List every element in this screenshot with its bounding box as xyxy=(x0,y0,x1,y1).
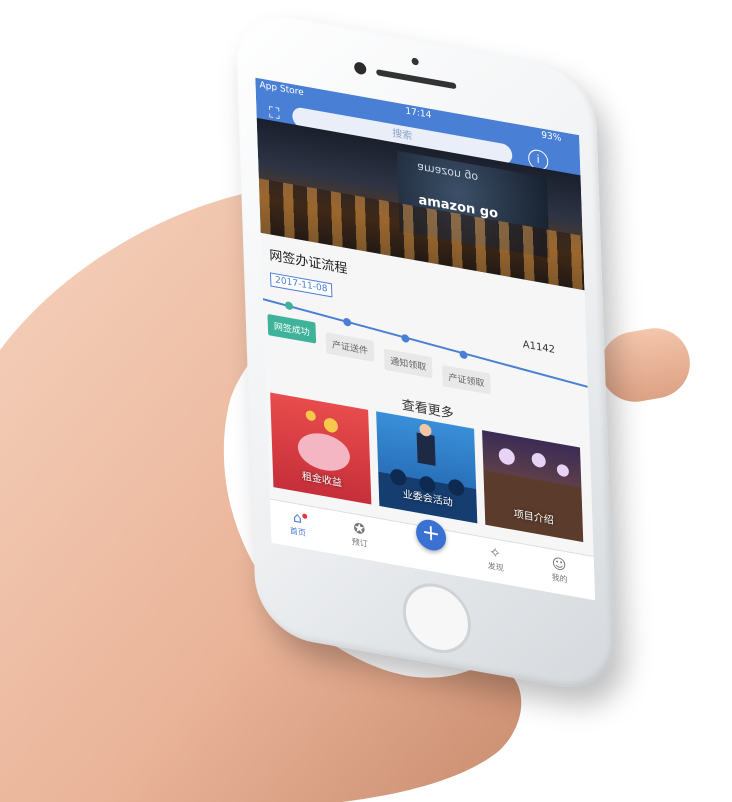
app-screen: App Store 17:14 93% ⛶ 搜索 i amazon go ama… xyxy=(255,77,596,601)
battery-label: 93% xyxy=(541,130,562,145)
card-committee[interactable]: 业委会活动 xyxy=(376,411,478,524)
process-title: 网签办证流程 xyxy=(269,248,348,278)
plus-icon: + xyxy=(421,519,441,548)
tab-profile[interactable]: ☺ 我的 xyxy=(534,552,585,588)
step-submitted[interactable]: 产证送件 xyxy=(325,332,375,362)
tab-label: 预订 xyxy=(351,537,368,549)
phone-body: App Store 17:14 93% ⛶ 搜索 i amazon go ama… xyxy=(235,8,617,697)
front-camera xyxy=(354,61,367,76)
tab-label: 首页 xyxy=(289,526,307,538)
product-photo: App Store 17:14 93% ⛶ 搜索 i amazon go ama… xyxy=(0,0,732,802)
card-rental-income[interactable]: 租金收益 xyxy=(270,392,372,505)
tab-home[interactable]: ⌂ 首页 xyxy=(272,506,323,542)
carrier-label: App Store xyxy=(259,80,304,99)
proximity-sensor xyxy=(411,57,419,66)
notification-dot xyxy=(302,513,308,520)
earpiece-speaker xyxy=(376,69,457,90)
tab-label: 我的 xyxy=(551,572,568,585)
step-notified[interactable]: 通知领取 xyxy=(383,348,433,379)
step-collected[interactable]: 产证领取 xyxy=(442,364,491,395)
date-tag: 2017-11-08 xyxy=(269,272,333,298)
tab-discover[interactable]: ✧ 发现 xyxy=(470,541,521,577)
tab-booking[interactable]: ✪ 预订 xyxy=(334,517,385,553)
clock: 17:14 xyxy=(405,106,432,121)
phone: App Store 17:14 93% ⛶ 搜索 i amazon go ama… xyxy=(235,8,677,727)
tab-label: 发现 xyxy=(487,561,504,574)
home-button[interactable] xyxy=(401,577,473,659)
card-project[interactable]: 项目介绍 xyxy=(482,430,584,543)
